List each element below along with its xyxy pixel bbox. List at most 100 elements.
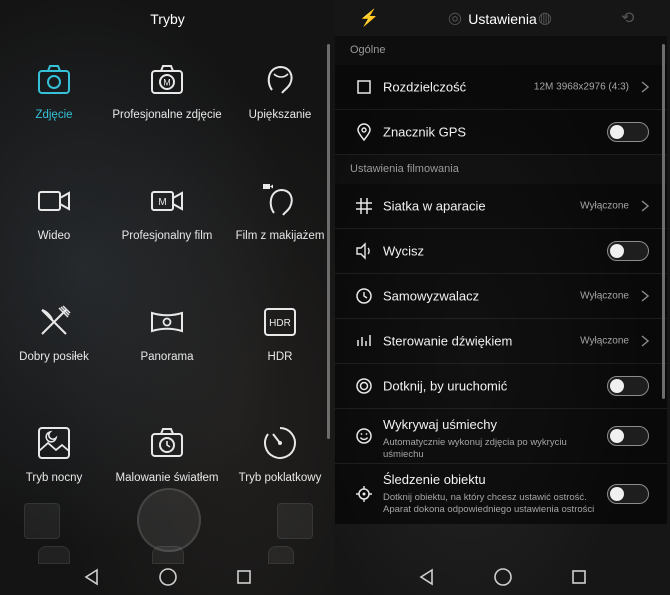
recents-square-icon (571, 570, 586, 584)
nav-bar (335, 559, 670, 595)
toggle-knob (610, 429, 624, 443)
settings-title: Ustawienia (468, 11, 537, 27)
settings-panel: ⚡ ◎ ◍ ⟲ Ustawienia Ogólne Rozdzielczość … (335, 0, 670, 595)
toggle-knob (610, 487, 624, 501)
chevron-right-icon (641, 290, 649, 302)
video-record-button[interactable] (277, 503, 313, 539)
chevron-right-icon (641, 200, 649, 212)
settings-scrollbar[interactable] (662, 44, 665, 399)
touch-toggle[interactable] (607, 376, 649, 396)
mode-label: Dobry posiłek (19, 351, 89, 363)
setting-smile-detection[interactable]: Wykrywaj uśmiechy Automatycznie wykonuj … (335, 409, 667, 464)
mode-label: HDR (267, 351, 293, 363)
setting-label: Rozdzielczość (383, 79, 467, 95)
modes-panel: Tryby Zdjęcie M Profesjonalne zdjęcie Up… (0, 0, 335, 595)
back-button[interactable] (80, 565, 104, 589)
mode-label: Tryb poklatkowy (238, 472, 322, 484)
camera-icon (38, 65, 70, 94)
back-button[interactable] (415, 565, 439, 589)
mode-label: Panorama (140, 351, 194, 363)
chevron-right-icon (641, 335, 649, 347)
svg-text:HDR: HDR (269, 318, 291, 329)
setting-mute[interactable]: Wycisz (335, 229, 667, 274)
home-button[interactable] (491, 565, 515, 589)
section-general: Ogólne (335, 36, 667, 65)
mode-label: Upiększanie (248, 109, 312, 121)
setting-label: Samowyzwalacz (383, 288, 480, 304)
recents-square-icon (236, 570, 251, 584)
setting-touch-capture[interactable]: Dotknij, by uruchomić (335, 364, 667, 409)
mode-photo[interactable]: Zdjęcie (0, 60, 110, 122)
speaker-muted-icon (356, 242, 370, 260)
mode-hdr[interactable]: HDR HDR (224, 302, 335, 364)
home-circle-icon (493, 568, 512, 586)
mode-food[interactable]: Dobry posiłek (0, 302, 110, 364)
setting-object-tracking[interactable]: Śledzenie obiektu Dotknij obiektu, na kt… (335, 464, 667, 524)
mode-video[interactable]: Wideo (0, 181, 110, 243)
section-video: Ustawienia filmowania (335, 155, 667, 184)
mode-label: Profesjonalne zdjęcie (112, 109, 222, 121)
tracking-toggle[interactable] (607, 484, 649, 504)
crosshair-icon (356, 486, 372, 502)
audio-bars-icon (357, 335, 371, 346)
setting-label: Wykrywaj uśmiechy (383, 417, 498, 432)
setting-grid[interactable]: Siatka w aparacie Wyłączone (335, 184, 667, 229)
shutter-button[interactable] (137, 488, 201, 552)
toggle-knob (610, 244, 624, 258)
clock-icon (356, 288, 372, 304)
setting-value: Wyłączone (580, 335, 629, 347)
setting-label: Siatka w aparacie (383, 198, 486, 214)
mode-label: Profesjonalny film (121, 230, 213, 242)
home-button[interactable] (156, 565, 180, 589)
mode-label: Tryb nocny (25, 472, 83, 484)
toggle-knob (610, 379, 624, 393)
nav-bar (0, 559, 335, 595)
mode-pro-photo[interactable]: M Profesjonalne zdjęcie (111, 60, 223, 122)
mode-label: Zdjęcie (35, 109, 73, 121)
setting-value: Wyłączone (580, 200, 629, 212)
pro-video-icon: M (151, 191, 183, 211)
panorama-icon (151, 311, 183, 333)
touch-target-icon (356, 378, 372, 394)
mode-label: Wideo (37, 230, 71, 242)
setting-label: Sterowanie dźwiękiem (383, 333, 513, 349)
mode-label: Film z makijażem (235, 230, 325, 242)
setting-gps[interactable]: Znacznik GPS (335, 110, 667, 155)
recents-button[interactable] (567, 565, 591, 589)
smiley-icon (356, 428, 372, 444)
gallery-thumbnail[interactable] (24, 503, 60, 539)
setting-label: Dotknij, by uruchomić (383, 378, 508, 394)
beauty-video-icon (263, 184, 293, 216)
setting-audio-control[interactable]: Sterowanie dźwiękiem Wyłączone (335, 319, 667, 364)
mode-light-painting[interactable]: Malowanie światłem (111, 423, 223, 485)
pro-camera-icon: M (151, 65, 183, 94)
mode-beauty[interactable]: Upiększanie (224, 60, 335, 122)
setting-value: 12M 3968x2976 (4:3) (533, 81, 629, 93)
svg-text:M: M (158, 197, 166, 208)
modes-scrollbar[interactable] (327, 44, 330, 439)
mode-pro-video[interactable]: M Profesjonalny film (111, 181, 223, 243)
mute-toggle[interactable] (607, 241, 649, 261)
setting-resolution[interactable]: Rozdzielczość 12M 3968x2976 (4:3) (335, 65, 667, 110)
home-circle-icon (158, 568, 177, 586)
light-painting-icon (151, 428, 183, 457)
setting-label: Wycisz (383, 243, 425, 259)
mode-label: Malowanie światłem (115, 472, 219, 484)
setting-timer[interactable]: Samowyzwalacz Wyłączone (335, 274, 667, 319)
setting-description: Dotknij obiektu, na który chcesz ustawić… (383, 492, 595, 515)
chevron-right-icon (641, 81, 649, 93)
mode-timelapse[interactable]: Tryb poklatkowy (224, 423, 335, 485)
mode-night[interactable]: Tryb nocny (0, 423, 110, 485)
setting-label: Znacznik GPS (383, 124, 467, 140)
back-triangle-icon (419, 568, 433, 586)
recents-button[interactable] (232, 565, 256, 589)
back-triangle-icon (84, 568, 98, 586)
hdr-icon: HDR (264, 308, 296, 336)
night-mode-icon (38, 427, 70, 459)
svg-text:M: M (163, 78, 171, 88)
setting-label: Śledzenie obiektu (383, 472, 486, 487)
mode-panorama[interactable]: Panorama (111, 302, 223, 364)
gps-toggle[interactable] (607, 122, 649, 142)
mode-beauty-video[interactable]: Film z makijażem (224, 181, 335, 243)
smile-toggle[interactable] (607, 426, 649, 446)
